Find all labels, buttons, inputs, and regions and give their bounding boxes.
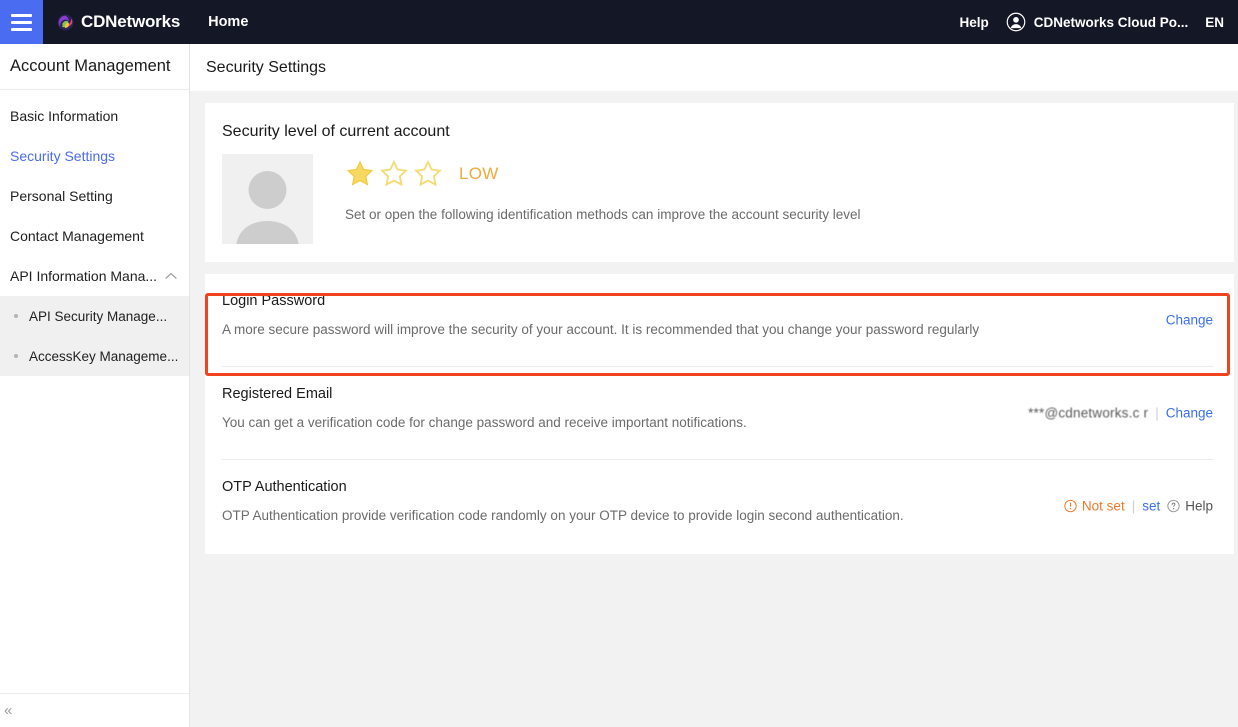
security-level-body: LOW Set or open the following identifica…: [205, 141, 1234, 262]
sidebar-item-api-information-management[interactable]: API Information Mana...: [0, 256, 189, 296]
sidebar-subitem-label: AccessKey Manageme...: [29, 348, 179, 364]
sidebar-item-label: API Information Mana...: [10, 268, 158, 284]
otp-help-label: Help: [1185, 498, 1213, 514]
sidebar-menu: Basic Information Security Settings Pers…: [0, 90, 189, 376]
sidebar-title: Account Management: [0, 44, 189, 90]
main-content: Security Settings Security level of curr…: [190, 44, 1238, 727]
sidebar-item-label: Security Settings: [10, 148, 116, 164]
hamburger-menu-icon[interactable]: [0, 0, 43, 44]
nav-home-link[interactable]: Home: [208, 14, 248, 30]
star-empty-icon: [380, 159, 408, 187]
change-email-link[interactable]: Change: [1166, 406, 1213, 421]
question-circle-icon: [1167, 499, 1180, 513]
sidebar-item-api-security-management[interactable]: API Security Manage...: [0, 296, 189, 336]
page-header: Security Settings: [190, 44, 1238, 91]
brand-logo[interactable]: CDNetworks: [57, 12, 180, 32]
sidebar-item-personal-setting[interactable]: Personal Setting: [0, 176, 189, 216]
status-badge: Not set: [1064, 499, 1125, 514]
sidebar-item-label: Contact Management: [10, 228, 144, 244]
star-empty-icon: [414, 159, 442, 187]
security-level-card: Security level of current account LOW Se…: [205, 103, 1234, 262]
row-title: Registered Email: [222, 386, 333, 402]
security-level-label: LOW: [459, 164, 499, 183]
bullet-icon: [14, 354, 18, 358]
otp-actions: Not set | set Help: [1064, 499, 1213, 514]
account-menu[interactable]: CDNetworks Cloud Po...: [1006, 12, 1189, 32]
cdnetworks-logo-icon: [57, 14, 74, 30]
action-separator: |: [1155, 405, 1159, 421]
page-title: Security Settings: [206, 58, 327, 76]
user-avatar-icon: [1006, 12, 1026, 32]
sidebar-item-label: Personal Setting: [10, 188, 113, 204]
sidebar-item-contact-management[interactable]: Contact Management: [0, 216, 189, 256]
brand-name: CDNetworks: [81, 12, 181, 31]
security-level-description: Set or open the following identification…: [345, 207, 861, 222]
row-title: Login Password: [222, 293, 326, 309]
hamburger-line: [11, 20, 32, 24]
security-level-info: LOW Set or open the following identifica…: [345, 154, 861, 244]
sidebar-item-security-settings[interactable]: Security Settings: [0, 136, 189, 176]
collapse-left-icon: «: [4, 702, 13, 719]
language-switch[interactable]: EN: [1205, 15, 1224, 30]
top-navigation-bar: CDNetworks Home Help CDNetworks Cloud Po…: [0, 0, 1238, 44]
login-password-actions: Change: [1166, 313, 1213, 328]
change-password-link[interactable]: Change: [1166, 313, 1213, 328]
row-description: A more secure password will improve the …: [222, 322, 980, 337]
security-level-title: Security level of current account: [222, 123, 450, 140]
hamburger-line: [11, 27, 32, 31]
set-otp-link[interactable]: set: [1142, 499, 1160, 514]
bullet-icon: [14, 314, 18, 318]
hamburger-line: [11, 13, 32, 17]
star-filled-icon: [346, 160, 374, 186]
otp-authentication-row: OTP Authentication OTP Authentication pr…: [205, 460, 1234, 552]
registered-email-row: Registered Email You can get a verificat…: [205, 367, 1234, 459]
otp-help-link[interactable]: Help: [1167, 499, 1213, 514]
sidebar-collapse-button[interactable]: «: [0, 693, 189, 727]
login-password-row: Login Password A more secure password wi…: [205, 274, 1234, 366]
account-name: CDNetworks Cloud Po...: [1033, 14, 1189, 30]
sidebar-submenu: API Security Manage... AccessKey Managem…: [0, 296, 189, 376]
sidebar-item-basic-information[interactable]: Basic Information: [0, 96, 189, 136]
row-title: OTP Authentication: [222, 479, 347, 495]
action-separator: |: [1131, 498, 1136, 514]
sidebar-subitem-label: API Security Manage...: [29, 308, 168, 324]
security-level-rating: LOW: [345, 159, 861, 189]
otp-status-label: Not set: [1081, 498, 1125, 514]
topbar-right-group: Help CDNetworks Cloud Po... EN: [959, 12, 1238, 32]
avatar: [222, 154, 313, 249]
registered-email-value: ***@cdnetworks.c r: [1028, 405, 1149, 421]
avatar-placeholder-icon: [222, 154, 313, 249]
sidebar-item-accesskey-management[interactable]: AccessKey Manageme...: [0, 336, 189, 376]
registered-email-actions: ***@cdnetworks.c r | Change: [1028, 406, 1213, 421]
warning-circle-icon: [1064, 499, 1077, 513]
help-link[interactable]: Help: [959, 15, 988, 30]
security-settings-card: Login Password A more secure password wi…: [205, 274, 1234, 554]
sidebar: Account Management Basic Information Sec…: [0, 44, 190, 727]
chevron-up-icon[interactable]: [165, 272, 177, 280]
sidebar-item-label: Basic Information: [10, 108, 119, 124]
